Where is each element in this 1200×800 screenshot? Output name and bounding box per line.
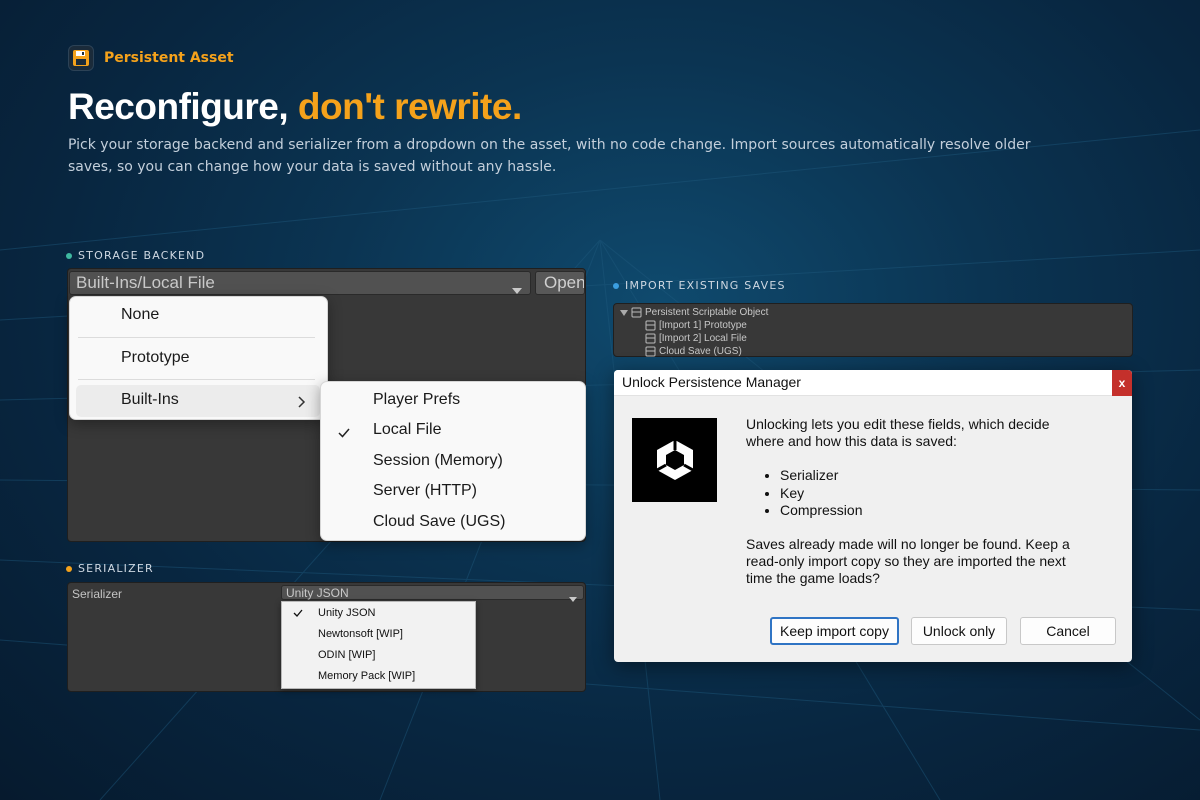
storage-backend-dropdown[interactable]: Built-Ins/Local File: [69, 271, 531, 295]
serializer-selected-value: Unity JSON: [286, 585, 349, 600]
dialog-bullets: Serializer Key Compression: [764, 467, 862, 520]
menu-item-none[interactable]: None: [121, 306, 159, 324]
serializer-option-unity-json[interactable]: Unity JSON: [318, 607, 375, 619]
keep-import-copy-label: Keep import copy: [780, 623, 889, 639]
floppy-disk-icon: [68, 45, 94, 71]
tree-root-row[interactable]: Persistent Scriptable Object: [620, 307, 768, 318]
import-tree-panel: Persistent Scriptable Object [Import 1] …: [613, 303, 1133, 357]
page-title: Reconfigure, don't rewrite.: [68, 86, 522, 128]
chevron-right-icon: [298, 395, 306, 413]
submenu-item-cloud-save[interactable]: Cloud Save (UGS): [373, 513, 506, 531]
menu-item-built-ins[interactable]: Built-Ins: [76, 385, 320, 417]
scriptable-object-icon: [645, 333, 656, 344]
tree-child-label: Cloud Save (UGS): [659, 346, 742, 357]
storage-selected-value: Built-Ins/Local File: [76, 273, 215, 292]
serializer-option-odin[interactable]: ODIN [WIP]: [318, 649, 375, 661]
import-dot: [613, 282, 619, 289]
submenu-item-local-file[interactable]: Local File: [373, 421, 441, 439]
dialog-title: Unlock Persistence Manager: [622, 374, 801, 390]
checkmark-icon: [338, 425, 350, 443]
dialog-warning: Saves already made will no longer be fou…: [746, 536, 1070, 586]
unity-logo: [632, 418, 717, 502]
serializer-field-label: Serializer: [72, 587, 123, 601]
chevron-down-icon: [569, 591, 577, 605]
open-button[interactable]: Open: [535, 271, 585, 295]
unity-logo-icon: [655, 440, 694, 480]
checkmark-icon: [293, 608, 303, 620]
unlock-dialog: Unlock Persistence Manager x Unlocking l…: [614, 370, 1132, 662]
submenu-item-session[interactable]: Session (Memory): [373, 452, 503, 470]
expand-triangle-icon: [620, 309, 628, 316]
scriptable-object-icon: [645, 346, 656, 357]
keep-import-copy-button[interactable]: Keep import copy: [770, 617, 899, 645]
description: Pick your storage backend and serializer…: [68, 137, 1031, 175]
chevron-down-icon: [512, 280, 522, 300]
submenu-item-player-prefs[interactable]: Player Prefs: [373, 391, 460, 409]
tree-child-row[interactable]: [Import 2] Local File: [645, 333, 747, 344]
cancel-label: Cancel: [1046, 623, 1090, 639]
menu-separator: [78, 337, 315, 338]
dialog-titlebar: Unlock Persistence Manager x: [614, 370, 1132, 396]
serializer-dot: [66, 565, 72, 572]
tree-child-label: [Import 1] Prototype: [659, 320, 747, 331]
bullet-item: Compression: [780, 502, 862, 520]
menu-separator: [78, 379, 315, 380]
import-section-label: IMPORT EXISTING SAVES: [613, 279, 786, 292]
menu-item-prototype[interactable]: Prototype: [121, 349, 189, 367]
bullet-item: Key: [780, 485, 862, 503]
scriptable-object-icon: [631, 307, 642, 318]
storage-menu: None Prototype Built-Ins: [69, 296, 328, 420]
tree-root-label: Persistent Scriptable Object: [645, 307, 769, 318]
serializer-menu: Unity JSON Newtonsoft [WIP] ODIN [WIP] M…: [281, 601, 476, 689]
tree-child-label: [Import 2] Local File: [659, 333, 747, 344]
import-label-text: IMPORT EXISTING SAVES: [625, 279, 786, 292]
unlock-only-label: Unlock only: [922, 623, 996, 639]
brand: Persistent Asset: [68, 45, 234, 71]
headline-accent: don't rewrite.: [297, 86, 522, 127]
tree-child-row[interactable]: Cloud Save (UGS): [645, 346, 742, 357]
tree-child-row[interactable]: [Import 1] Prototype: [645, 320, 747, 331]
serializer-option-memory-pack[interactable]: Memory Pack [WIP]: [318, 670, 415, 682]
headline-main: Reconfigure,: [68, 86, 289, 127]
storage-dot: [66, 252, 72, 259]
open-button-label: Open: [544, 273, 585, 292]
submenu-item-server[interactable]: Server (HTTP): [373, 482, 477, 500]
storage-section-label: STORAGE BACKEND: [66, 249, 205, 262]
scriptable-object-icon: [645, 320, 656, 331]
built-ins-submenu: Player Prefs Local File Session (Memory)…: [320, 381, 586, 541]
close-button[interactable]: x: [1112, 370, 1132, 396]
close-icon: x: [1118, 376, 1126, 390]
brand-name: Persistent Asset: [104, 50, 234, 66]
serializer-option-newtonsoft[interactable]: Newtonsoft [WIP]: [318, 628, 403, 640]
unlock-only-button[interactable]: Unlock only: [911, 617, 1007, 645]
bullet-item: Serializer: [780, 467, 862, 485]
serializer-dropdown[interactable]: Unity JSON: [281, 585, 584, 602]
storage-label-text: STORAGE BACKEND: [78, 249, 206, 262]
dialog-intro: Unlocking lets you edit these fields, wh…: [746, 416, 1050, 449]
serializer-section-label: SERIALIZER: [66, 562, 154, 575]
menu-item-built-ins-label: Built-Ins: [121, 391, 179, 408]
cancel-button[interactable]: Cancel: [1020, 617, 1116, 645]
serializer-label-text: SERIALIZER: [78, 562, 154, 575]
